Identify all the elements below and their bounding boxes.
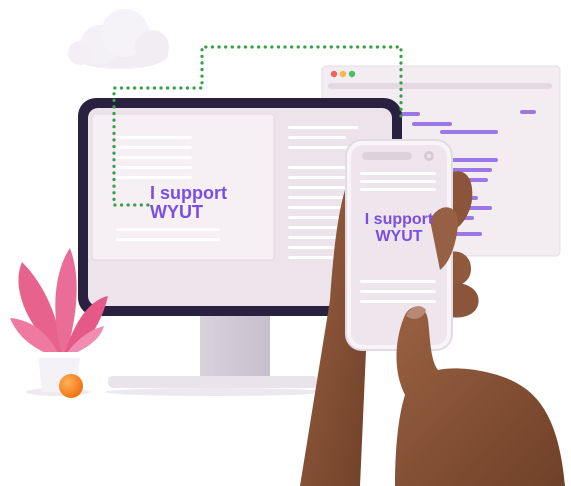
monitor-headline-line2: WYUT xyxy=(150,201,203,222)
browser-dot-yellow xyxy=(339,70,347,78)
browser-dot-green xyxy=(348,70,356,78)
monitor-stand xyxy=(105,312,325,396)
phone-headline-line2: WYUT xyxy=(375,227,423,245)
browser-address-bar xyxy=(328,83,552,89)
gear-icon xyxy=(424,151,434,161)
phone-headline-line1: I support xyxy=(364,211,434,228)
orange-ball xyxy=(59,374,83,398)
cloud-icon xyxy=(68,9,169,69)
pointing-hand xyxy=(395,306,565,486)
browser-dot-red xyxy=(330,70,338,78)
phone-headline: I support WYUT xyxy=(352,211,446,246)
phone-search-bar xyxy=(362,152,412,160)
monitor-headline-line1: I support xyxy=(150,183,227,203)
monitor-headline: I support WYUT xyxy=(150,184,227,222)
illustration xyxy=(10,9,565,486)
